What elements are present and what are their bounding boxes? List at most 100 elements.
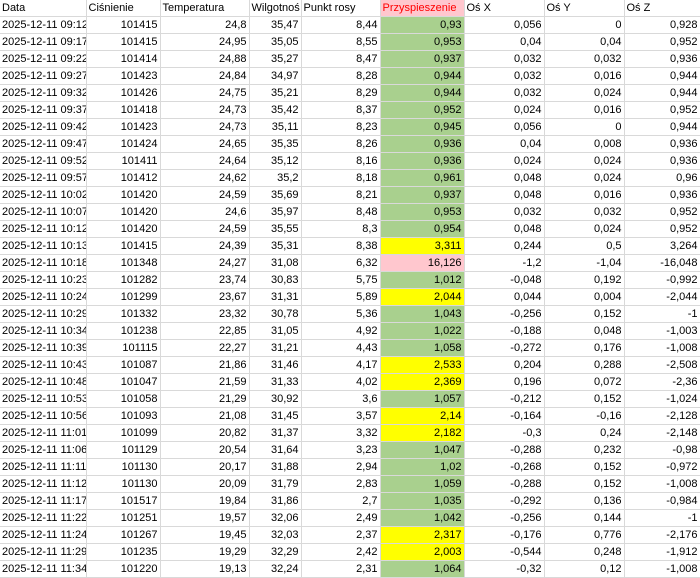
cell-temperatura[interactable]: 20,54 bbox=[160, 441, 250, 459]
cell-os-y[interactable]: 0,032 bbox=[544, 50, 625, 68]
cell-os-z[interactable]: -2,148 bbox=[624, 424, 700, 442]
cell-cisnienie[interactable]: 101099 bbox=[86, 424, 161, 442]
cell-przyspieszenie[interactable]: 0,944 bbox=[380, 84, 465, 102]
cell-przyspieszenie[interactable]: 3,311 bbox=[380, 237, 465, 255]
cell-data[interactable]: 2025-12-11 11:01 bbox=[0, 424, 87, 442]
cell-temperatura[interactable]: 24,27 bbox=[160, 254, 250, 272]
cell-temperatura[interactable]: 23,32 bbox=[160, 305, 250, 323]
cell-temperatura[interactable]: 19,29 bbox=[160, 543, 250, 561]
cell-przyspieszenie[interactable]: 2,317 bbox=[380, 526, 465, 544]
cell-os-x[interactable]: 0,04 bbox=[464, 33, 545, 51]
cell-data[interactable]: 2025-12-11 09:27 bbox=[0, 67, 87, 85]
cell-wilgotnosc[interactable]: 31,21 bbox=[249, 339, 302, 357]
cell-os-y[interactable]: 0,072 bbox=[544, 373, 625, 391]
cell-cisnienie[interactable]: 101423 bbox=[86, 118, 161, 136]
cell-os-y[interactable]: 0 bbox=[544, 16, 625, 34]
cell-przyspieszenie[interactable]: 1,043 bbox=[380, 305, 465, 323]
cell-wilgotnosc[interactable]: 35,05 bbox=[249, 33, 302, 51]
cell-punkt-rosy[interactable]: 8,18 bbox=[301, 169, 381, 187]
cell-punkt-rosy[interactable]: 3,32 bbox=[301, 424, 381, 442]
cell-os-y[interactable]: 0,12 bbox=[544, 560, 625, 578]
cell-cisnienie[interactable]: 101412 bbox=[86, 169, 161, 187]
cell-os-z[interactable]: -1 bbox=[624, 305, 700, 323]
cell-cisnienie[interactable]: 101415 bbox=[86, 16, 161, 34]
cell-os-z[interactable]: 0,936 bbox=[624, 50, 700, 68]
cell-os-x[interactable]: -0,288 bbox=[464, 475, 545, 493]
cell-os-z[interactable]: 0,928 bbox=[624, 16, 700, 34]
cell-os-x[interactable]: -0,176 bbox=[464, 526, 545, 544]
cell-os-x[interactable]: -1,2 bbox=[464, 254, 545, 272]
cell-przyspieszenie[interactable]: 1,042 bbox=[380, 509, 465, 527]
cell-os-z[interactable]: -1,003 bbox=[624, 322, 700, 340]
cell-wilgotnosc[interactable]: 35,97 bbox=[249, 203, 302, 221]
cell-os-y[interactable]: 0,152 bbox=[544, 475, 625, 493]
cell-os-z[interactable]: -1 bbox=[624, 509, 700, 527]
cell-przyspieszenie[interactable]: 0,936 bbox=[380, 135, 465, 153]
cell-punkt-rosy[interactable]: 3,6 bbox=[301, 390, 381, 408]
cell-wilgotnosc[interactable]: 35,12 bbox=[249, 152, 302, 170]
cell-temperatura[interactable]: 24,8 bbox=[160, 16, 250, 34]
cell-os-x[interactable]: -0,164 bbox=[464, 407, 545, 425]
cell-os-z[interactable]: -0,972 bbox=[624, 458, 700, 476]
cell-wilgotnosc[interactable]: 31,46 bbox=[249, 356, 302, 374]
cell-przyspieszenie[interactable]: 1,057 bbox=[380, 390, 465, 408]
cell-temperatura[interactable]: 24,62 bbox=[160, 169, 250, 187]
cell-punkt-rosy[interactable]: 8,16 bbox=[301, 152, 381, 170]
cell-data[interactable]: 2025-12-11 09:12 bbox=[0, 16, 87, 34]
cell-wilgotnosc[interactable]: 35,11 bbox=[249, 118, 302, 136]
cell-os-y[interactable]: 0,776 bbox=[544, 526, 625, 544]
cell-punkt-rosy[interactable]: 8,26 bbox=[301, 135, 381, 153]
cell-data[interactable]: 2025-12-11 11:06 bbox=[0, 441, 87, 459]
cell-cisnienie[interactable]: 101235 bbox=[86, 543, 161, 561]
cell-cisnienie[interactable]: 101251 bbox=[86, 509, 161, 527]
cell-os-y[interactable]: 0,024 bbox=[544, 84, 625, 102]
cell-temperatura[interactable]: 22,85 bbox=[160, 322, 250, 340]
cell-os-z[interactable]: -16,048 bbox=[624, 254, 700, 272]
cell-os-z[interactable]: 0,952 bbox=[624, 33, 700, 51]
cell-data[interactable]: 2025-12-11 11:22 bbox=[0, 509, 87, 527]
cell-data[interactable]: 2025-12-11 11:11 bbox=[0, 458, 87, 476]
cell-punkt-rosy[interactable]: 6,32 bbox=[301, 254, 381, 272]
cell-wilgotnosc[interactable]: 35,47 bbox=[249, 16, 302, 34]
cell-temperatura[interactable]: 23,67 bbox=[160, 288, 250, 306]
cell-os-y[interactable]: 0,032 bbox=[544, 203, 625, 221]
cell-data[interactable]: 2025-12-11 11:12 bbox=[0, 475, 87, 493]
cell-punkt-rosy[interactable]: 4,43 bbox=[301, 339, 381, 357]
cell-przyspieszenie[interactable]: 1,022 bbox=[380, 322, 465, 340]
cell-os-y[interactable]: 0,152 bbox=[544, 390, 625, 408]
cell-os-y[interactable]: 0,288 bbox=[544, 356, 625, 374]
cell-os-x[interactable]: 0,024 bbox=[464, 152, 545, 170]
cell-os-x[interactable]: -0,32 bbox=[464, 560, 545, 578]
cell-temperatura[interactable]: 19,13 bbox=[160, 560, 250, 578]
cell-temperatura[interactable]: 24,39 bbox=[160, 237, 250, 255]
cell-os-y[interactable]: -1,04 bbox=[544, 254, 625, 272]
cell-wilgotnosc[interactable]: 31,64 bbox=[249, 441, 302, 459]
cell-os-z[interactable]: -0,992 bbox=[624, 271, 700, 289]
cell-data[interactable]: 2025-12-11 09:22 bbox=[0, 50, 87, 68]
cell-wilgotnosc[interactable]: 31,33 bbox=[249, 373, 302, 391]
cell-data[interactable]: 2025-12-11 10:43 bbox=[0, 356, 87, 374]
cell-cisnienie[interactable]: 101238 bbox=[86, 322, 161, 340]
cell-os-y[interactable]: 0,192 bbox=[544, 271, 625, 289]
cell-os-z[interactable]: 0,944 bbox=[624, 118, 700, 136]
cell-temperatura[interactable]: 22,27 bbox=[160, 339, 250, 357]
cell-przyspieszenie[interactable]: 1,058 bbox=[380, 339, 465, 357]
cell-punkt-rosy[interactable]: 2,49 bbox=[301, 509, 381, 527]
cell-temperatura[interactable]: 21,08 bbox=[160, 407, 250, 425]
cell-cisnienie[interactable]: 101220 bbox=[86, 560, 161, 578]
cell-przyspieszenie[interactable]: 1,012 bbox=[380, 271, 465, 289]
cell-os-y[interactable]: 0,232 bbox=[544, 441, 625, 459]
header-cell-data[interactable]: Data bbox=[0, 0, 87, 17]
cell-data[interactable]: 2025-12-11 10:13 bbox=[0, 237, 87, 255]
cell-cisnienie[interactable]: 101115 bbox=[86, 339, 161, 357]
cell-temperatura[interactable]: 19,57 bbox=[160, 509, 250, 527]
cell-os-x[interactable]: 0,044 bbox=[464, 288, 545, 306]
cell-przyspieszenie[interactable]: 1,059 bbox=[380, 475, 465, 493]
cell-temperatura[interactable]: 24,95 bbox=[160, 33, 250, 51]
cell-punkt-rosy[interactable]: 4,92 bbox=[301, 322, 381, 340]
cell-os-y[interactable]: -0,16 bbox=[544, 407, 625, 425]
cell-data[interactable]: 2025-12-11 09:37 bbox=[0, 101, 87, 119]
cell-temperatura[interactable]: 21,59 bbox=[160, 373, 250, 391]
cell-os-x[interactable]: -0,268 bbox=[464, 458, 545, 476]
cell-cisnienie[interactable]: 101130 bbox=[86, 475, 161, 493]
